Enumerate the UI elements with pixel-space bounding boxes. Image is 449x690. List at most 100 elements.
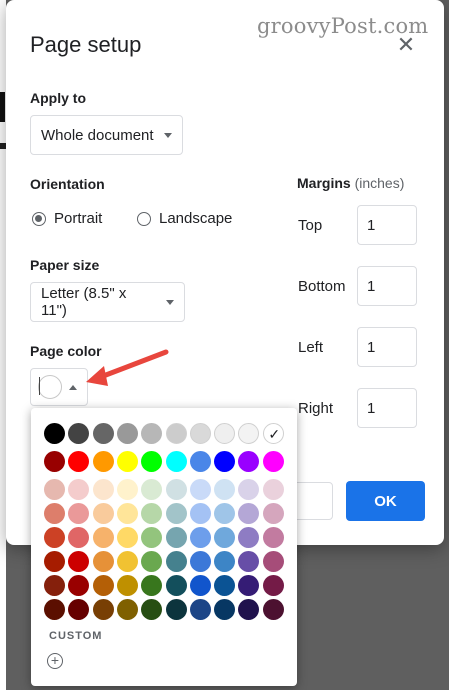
color-swatch[interactable]: [165, 479, 187, 500]
orientation-landscape[interactable]: Landscape: [137, 210, 232, 227]
color-swatch[interactable]: [116, 527, 138, 548]
color-swatch[interactable]: [238, 423, 260, 444]
ok-button[interactable]: OK: [346, 481, 425, 521]
chevron-down-icon: [163, 132, 172, 138]
color-swatch[interactable]: [214, 575, 236, 596]
color-swatch[interactable]: [44, 423, 65, 444]
color-swatch[interactable]: [141, 479, 163, 500]
color-swatch[interactable]: [44, 551, 65, 572]
color-swatch[interactable]: [262, 599, 284, 620]
color-swatch[interactable]: [238, 451, 260, 472]
margin-top-input[interactable]: 1: [357, 205, 417, 245]
color-swatch[interactable]: [238, 551, 260, 572]
color-swatch[interactable]: [214, 503, 236, 524]
color-swatch[interactable]: [165, 423, 187, 444]
color-swatch[interactable]: [189, 599, 211, 620]
color-swatch[interactable]: [44, 503, 65, 524]
color-swatch[interactable]: [238, 599, 260, 620]
apply-to-dropdown[interactable]: Whole document: [30, 115, 183, 155]
color-swatch[interactable]: [165, 451, 187, 472]
add-custom-color-icon[interactable]: +: [47, 653, 63, 669]
color-swatch[interactable]: [68, 599, 90, 620]
color-swatch[interactable]: [214, 423, 236, 444]
margin-right-input[interactable]: 1: [357, 388, 417, 428]
radio-selected-icon[interactable]: [32, 211, 46, 226]
color-swatch[interactable]: [165, 527, 187, 548]
color-swatch[interactable]: [214, 479, 236, 500]
color-swatch[interactable]: [44, 527, 65, 548]
landscape-label: Landscape: [159, 210, 233, 227]
color-swatch[interactable]: [68, 575, 90, 596]
color-swatch[interactable]: [189, 527, 211, 548]
color-swatch[interactable]: [141, 451, 163, 472]
color-swatch[interactable]: [68, 503, 90, 524]
color-swatch[interactable]: ✓: [262, 423, 284, 444]
color-swatch[interactable]: [141, 423, 163, 444]
color-swatch[interactable]: [141, 527, 163, 548]
color-swatch[interactable]: [116, 551, 138, 572]
custom-color-label[interactable]: CUSTOM: [49, 630, 102, 642]
color-swatch[interactable]: [116, 599, 138, 620]
color-swatch[interactable]: [165, 551, 187, 572]
color-swatch[interactable]: [116, 423, 138, 444]
color-swatch[interactable]: [189, 575, 211, 596]
color-swatch[interactable]: [141, 551, 163, 572]
color-swatch[interactable]: [165, 575, 187, 596]
color-swatch[interactable]: [44, 451, 65, 472]
radio-unselected-icon[interactable]: [137, 211, 151, 226]
paper-size-label: Paper size: [30, 257, 100, 273]
color-swatch[interactable]: [92, 503, 114, 524]
color-swatch[interactable]: [44, 599, 65, 620]
color-swatch[interactable]: [262, 527, 284, 548]
color-swatch[interactable]: [92, 551, 114, 572]
color-swatch[interactable]: [238, 527, 260, 548]
page-color-button[interactable]: [30, 368, 88, 406]
paper-size-dropdown[interactable]: Letter (8.5" x 11"): [30, 282, 185, 322]
color-swatch[interactable]: [262, 575, 284, 596]
color-swatch[interactable]: [262, 503, 284, 524]
color-swatch[interactable]: [68, 527, 90, 548]
color-swatch[interactable]: [116, 503, 138, 524]
color-swatch[interactable]: [189, 551, 211, 572]
color-swatch[interactable]: [92, 527, 114, 548]
color-swatch[interactable]: [92, 575, 114, 596]
color-swatch[interactable]: [214, 599, 236, 620]
color-swatch[interactable]: [44, 479, 65, 500]
color-swatch[interactable]: [214, 551, 236, 572]
close-icon[interactable]: ✕: [395, 34, 417, 56]
color-swatch[interactable]: [165, 503, 187, 524]
color-swatch[interactable]: [189, 451, 211, 472]
color-swatch[interactable]: [262, 479, 284, 500]
color-swatch[interactable]: [68, 423, 90, 444]
color-swatch[interactable]: [68, 479, 90, 500]
color-swatch[interactable]: [92, 599, 114, 620]
color-swatch[interactable]: [68, 451, 90, 472]
color-swatch[interactable]: [165, 599, 187, 620]
color-swatch[interactable]: [189, 479, 211, 500]
color-swatch[interactable]: [141, 599, 163, 620]
color-swatch[interactable]: [214, 451, 236, 472]
color-swatch[interactable]: [189, 503, 211, 524]
color-swatch[interactable]: [44, 575, 65, 596]
color-swatch[interactable]: [238, 479, 260, 500]
color-swatch[interactable]: [214, 527, 236, 548]
color-swatch[interactable]: [262, 551, 284, 572]
orientation-portrait[interactable]: Portrait: [32, 210, 102, 227]
color-swatch[interactable]: [116, 451, 138, 472]
color-swatch[interactable]: [262, 451, 284, 472]
color-swatch[interactable]: [238, 575, 260, 596]
color-swatch[interactable]: [116, 479, 138, 500]
color-swatch[interactable]: [238, 503, 260, 524]
color-swatch[interactable]: [141, 575, 163, 596]
color-swatch[interactable]: [92, 423, 114, 444]
color-swatch[interactable]: [141, 503, 163, 524]
text-cursor: [39, 377, 40, 395]
apply-to-value: Whole document: [41, 126, 154, 144]
margin-bottom-input[interactable]: 1: [357, 266, 417, 306]
color-swatch[interactable]: [189, 423, 211, 444]
color-swatch[interactable]: [116, 575, 138, 596]
color-swatch[interactable]: [68, 551, 90, 572]
margin-left-input[interactable]: 1: [357, 327, 417, 367]
color-swatch[interactable]: [92, 479, 114, 500]
color-swatch[interactable]: [92, 451, 114, 472]
